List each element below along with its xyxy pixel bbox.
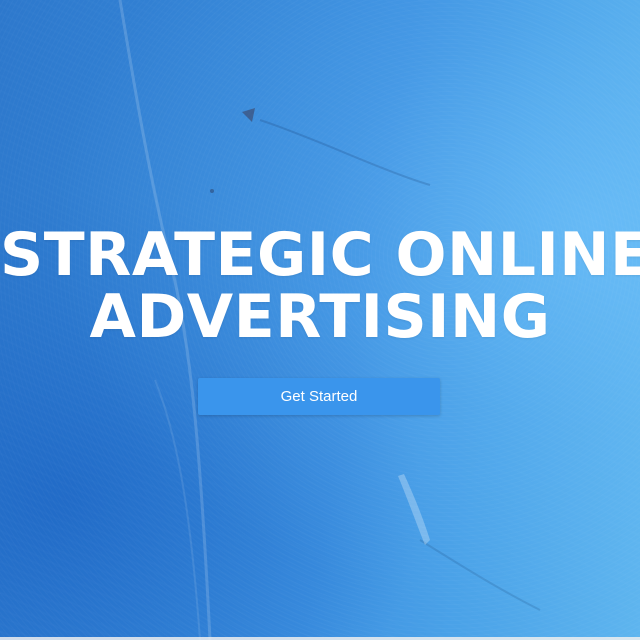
beach-foam-icon bbox=[398, 474, 430, 545]
get-started-button[interactable]: Get Started bbox=[198, 378, 440, 415]
hero-section: STRATEGIC ONLINE ADVERTISING Get Started bbox=[0, 0, 640, 640]
beach-figure-icon bbox=[242, 108, 255, 122]
hero-headline: STRATEGIC ONLINE ADVERTISING bbox=[0, 224, 640, 348]
headline-line-1: STRATEGIC ONLINE bbox=[0, 220, 640, 290]
beach-dot-icon bbox=[210, 189, 214, 193]
headline-line-2: ADVERTISING bbox=[89, 282, 551, 352]
